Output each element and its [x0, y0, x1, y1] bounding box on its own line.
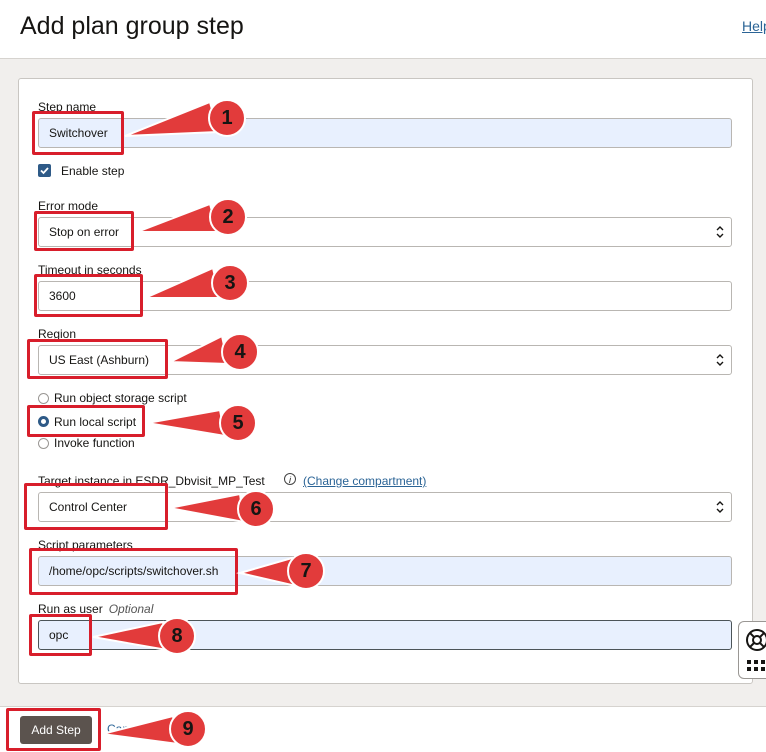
lifebuoy-icon: [746, 629, 766, 671]
callout-6-number: 6: [250, 498, 262, 520]
callout-7-number: 7: [300, 560, 312, 582]
highlight-box-local-script: [27, 405, 145, 437]
highlight-box-region: [27, 339, 168, 379]
select-chevron-icon: [716, 226, 724, 238]
change-compartment-link[interactable]: (Change compartment): [303, 474, 426, 488]
callout-2-number: 2: [222, 206, 234, 228]
optional-tag: Optional: [108, 602, 154, 616]
radio-object-storage-label: Run object storage script: [54, 391, 187, 405]
callout-1-number: 1: [221, 107, 233, 129]
callout-3-number: 3: [224, 272, 236, 294]
callout-8-number: 8: [171, 625, 183, 647]
page-title: Add plan group step: [20, 12, 244, 40]
radio-invoke-function[interactable]: [38, 438, 49, 449]
enable-step-checkbox[interactable]: [38, 164, 51, 177]
highlight-box-target-instance: [24, 483, 168, 530]
callout-5-number: 5: [232, 412, 244, 434]
highlight-box-step-name: [32, 111, 124, 155]
step-name-input[interactable]: Switchover: [38, 118, 732, 148]
checkmark-icon: [40, 167, 49, 175]
error-mode-select[interactable]: Stop on error: [38, 217, 732, 247]
highlight-box-timeout: [34, 274, 143, 317]
help-widget-button[interactable]: [738, 621, 766, 679]
info-icon[interactable]: i: [284, 473, 296, 485]
enable-step-label: Enable step: [61, 164, 125, 178]
page-header: Add plan group step Help: [0, 0, 766, 59]
select-chevron-icon: [716, 354, 724, 366]
highlight-box-error-mode: [34, 211, 134, 251]
run-as-user-input[interactable]: opc: [38, 620, 732, 650]
cancel-link[interactable]: Cancel: [107, 722, 144, 736]
highlight-box-script-parameters: [29, 548, 238, 595]
highlight-box-add-step: [6, 708, 101, 751]
select-chevron-icon: [716, 501, 724, 513]
radio-object-storage-script[interactable]: [38, 393, 49, 404]
help-link[interactable]: Help: [742, 18, 766, 34]
radio-invoke-function-label: Invoke function: [54, 436, 135, 450]
highlight-box-run-as-user: [29, 614, 92, 656]
callout-9-number: 9: [182, 718, 194, 740]
callout-4-number: 4: [234, 341, 246, 363]
